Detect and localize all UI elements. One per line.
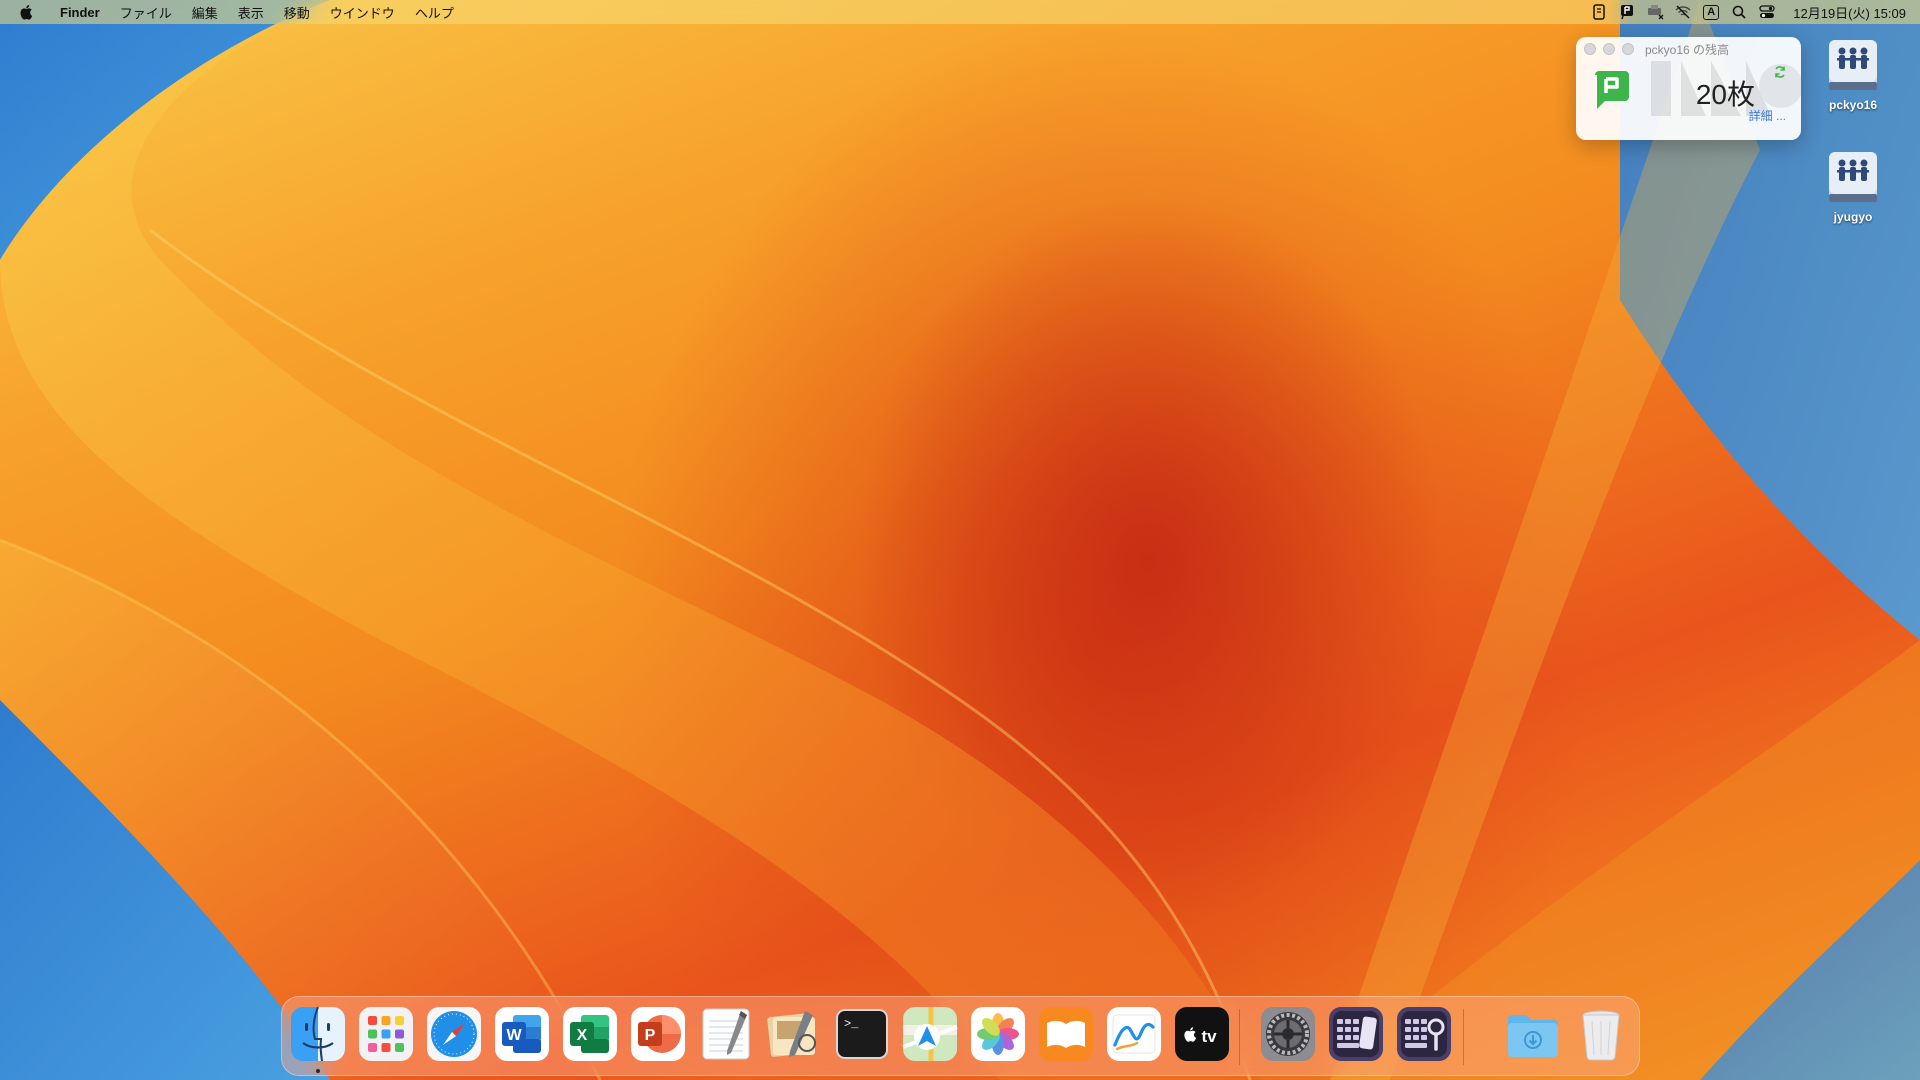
apple-menu-icon[interactable] (18, 3, 36, 21)
input-method-icon[interactable]: A (1697, 0, 1725, 24)
keyboard-phone-icon (1329, 1007, 1383, 1061)
menu-bar: Finder ファイル 編集 表示 移動 ウインドウ ヘルプ A 12月19日(… (0, 0, 1920, 24)
dock-item-freeform[interactable] (1105, 1005, 1163, 1063)
dock: W X P >_ tv (281, 996, 1640, 1076)
desktop-icon-pckyo16[interactable]: pckyo16 (1808, 36, 1898, 112)
dock-item-keyboard-search[interactable] (1395, 1005, 1453, 1063)
launchpad-icon (359, 1007, 413, 1061)
menu-help[interactable]: ヘルプ (405, 3, 464, 22)
desktop-wallpaper (0, 0, 1920, 1080)
network-volume-icon (1823, 36, 1883, 96)
dock-item-powerpoint[interactable]: P (629, 1005, 687, 1063)
books-icon (1039, 1007, 1093, 1061)
app-logo-icon (1591, 69, 1633, 111)
desktop-icon-label: jyugyo (1833, 210, 1873, 224)
textedit-icon (702, 1008, 750, 1060)
dock-item-terminal[interactable]: >_ (833, 1005, 891, 1063)
menu-go[interactable]: 移動 (274, 3, 320, 22)
desktop-icon-label: pckyo16 (1828, 98, 1878, 112)
menu-file[interactable]: ファイル (110, 3, 182, 22)
terminal-icon: >_ (836, 1009, 888, 1059)
balance-count: 20枚 (1695, 79, 1755, 110)
keyboard-search-icon (1397, 1007, 1451, 1061)
desktop-icon-jyugyo[interactable]: jyugyo (1808, 148, 1898, 224)
word-letter: W (506, 1027, 522, 1044)
photos-icon (971, 1007, 1025, 1061)
apple-tv-label: tv (1201, 1027, 1217, 1046)
apple-tv-icon: tv (1175, 1007, 1229, 1061)
dock-item-finder[interactable] (289, 1005, 347, 1063)
refresh-icon[interactable] (1773, 65, 1787, 79)
dock-item-excel[interactable]: X (561, 1005, 619, 1063)
powerpoint-icon: P (631, 1007, 685, 1061)
zoom-button[interactable] (1622, 43, 1634, 55)
finder-icon (291, 1006, 345, 1062)
control-center-icon[interactable] (1753, 0, 1781, 24)
search-icon[interactable] (1725, 0, 1753, 24)
safari-icon (427, 1007, 481, 1061)
excel-letter: X (577, 1027, 588, 1044)
wifi-off-icon[interactable] (1669, 0, 1697, 24)
menu-window[interactable]: ウインドウ (320, 3, 405, 22)
downloads-folder-icon (1508, 1015, 1558, 1057)
document-icon[interactable] (1585, 0, 1613, 24)
printer-disconnected-icon[interactable] (1641, 0, 1669, 24)
preview-icon (767, 1011, 816, 1057)
terminal-prompt: >_ (844, 1017, 859, 1031)
network-volume-icon (1823, 148, 1883, 208)
menu-view[interactable]: 表示 (228, 3, 274, 22)
dock-item-keyboard-phone[interactable] (1327, 1005, 1385, 1063)
minimize-button[interactable] (1603, 43, 1615, 55)
running-indicator (316, 1069, 320, 1073)
widget-body: 20枚 詳細 ... (1576, 61, 1801, 140)
dock-item-word[interactable]: W (493, 1005, 551, 1063)
dock-item-textedit[interactable] (697, 1005, 755, 1063)
dock-item-trash[interactable] (1572, 1005, 1630, 1063)
powerpoint-letter: P (645, 1027, 656, 1044)
freeform-icon (1107, 1007, 1161, 1061)
menu-bar-clock[interactable]: 12月19日(火) 15:09 (1793, 3, 1906, 22)
dock-item-system-settings[interactable] (1259, 1005, 1317, 1063)
dock-separator (1463, 1009, 1464, 1065)
close-button[interactable] (1584, 43, 1596, 55)
dock-separator (1239, 1009, 1240, 1065)
menu-bar-status-area: A 12月19日(火) 15:09 (1585, 0, 1920, 24)
dock-item-downloads[interactable] (1504, 1005, 1562, 1063)
details-link[interactable]: 詳細 ... (1749, 107, 1786, 124)
dock-item-photos[interactable] (969, 1005, 1027, 1063)
app-menu-finder[interactable]: Finder (50, 5, 110, 20)
excel-icon: X (563, 1007, 617, 1061)
balance-widget[interactable]: pckyo16 の残高 20枚 詳細 ... (1576, 37, 1801, 140)
dock-item-apple-tv[interactable]: tv (1173, 1005, 1231, 1063)
word-icon: W (495, 1007, 549, 1061)
dock-item-launchpad[interactable] (357, 1005, 415, 1063)
widget-title: pckyo16 の残高 (1645, 42, 1730, 57)
dock-item-safari[interactable] (425, 1005, 483, 1063)
dock-item-books[interactable] (1037, 1005, 1095, 1063)
dock-item-maps[interactable] (901, 1005, 959, 1063)
maps-icon (902, 1007, 958, 1061)
dock-item-preview[interactable] (765, 1005, 823, 1063)
system-settings-icon (1261, 1007, 1315, 1061)
widget-titlebar: pckyo16 の残高 (1576, 37, 1801, 61)
flag-icon[interactable] (1613, 0, 1641, 24)
trash-icon (1582, 1010, 1620, 1061)
menu-edit[interactable]: 編集 (182, 3, 228, 22)
